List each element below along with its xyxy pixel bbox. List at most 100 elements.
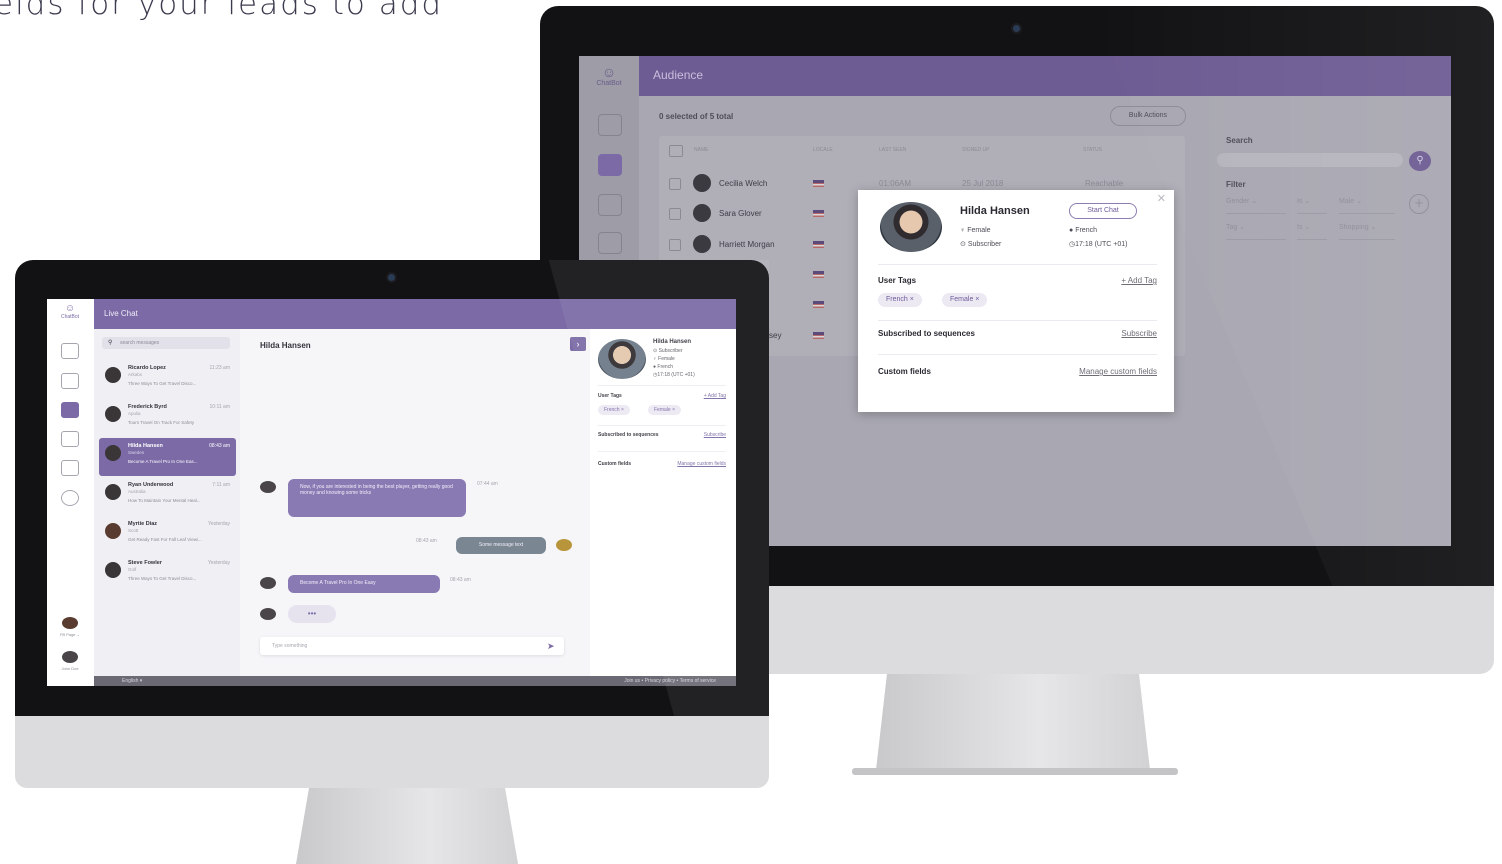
broadcast-nav-icon[interactable] [61, 431, 79, 447]
select-all-checkbox[interactable] [669, 145, 683, 157]
conversation-item[interactable]: Frederick Byrd 10:11 am Apulia Tours Tra… [99, 399, 236, 437]
fb-page-avatar[interactable] [62, 617, 78, 629]
row-checkbox[interactable] [669, 208, 681, 220]
gender-attr: ♀ Female [653, 356, 675, 362]
audience-header: Audience [639, 56, 1451, 96]
close-icon[interactable]: ✕ [1157, 192, 1166, 205]
add-tag-link[interactable]: + Add Tag [704, 393, 726, 399]
front-monitor-chin [15, 716, 769, 788]
message-input[interactable]: Type something [260, 637, 564, 655]
contact-name: Hilda Hansen [128, 443, 163, 449]
search-input[interactable] [1217, 153, 1403, 167]
conversation-item[interactable]: Myrtie Diaz Yesterday Scott Get Ready Fa… [99, 516, 236, 554]
start-chat-button[interactable]: Start Chat [1069, 203, 1137, 219]
filter-field-select[interactable]: Tag ⌄ [1226, 223, 1286, 240]
chat-nav-icon[interactable] [598, 194, 622, 216]
tag-chip[interactable]: French × [598, 405, 630, 415]
tag-label: French [886, 296, 908, 303]
agent-avatar [556, 539, 572, 551]
audience-nav-icon[interactable] [61, 373, 79, 389]
settings-gear-icon[interactable] [61, 490, 79, 506]
remove-tag-icon[interactable]: × [975, 296, 979, 303]
filter-value-select[interactable]: Male ⌄ [1339, 197, 1395, 214]
message-time: 10:11 am [209, 404, 230, 410]
tag-label: French [604, 407, 620, 413]
row-checkbox[interactable] [669, 239, 681, 251]
language-selector[interactable]: English ▾ [122, 678, 142, 684]
avatar [105, 406, 121, 422]
col-status: STATUS [1083, 147, 1102, 153]
search-icon: ⚲ [108, 340, 113, 346]
message-preview: Three Ways To Get Travel Disco... [128, 381, 197, 386]
filter-value: Male [1339, 198, 1355, 205]
incoming-message: Now, if you are interested in being the … [288, 479, 466, 517]
tag-chip[interactable]: French × [878, 293, 922, 307]
conversation-item[interactable]: Ricardo Lopez 11:23 am Arkabs Three Ways… [99, 360, 236, 398]
filter-field-value: Gender [1226, 198, 1250, 205]
subscribe-link[interactable]: Subscribe [704, 432, 726, 438]
audience-nav-icon[interactable] [598, 154, 622, 176]
store-nav-icon[interactable] [61, 460, 79, 476]
tag-chip[interactable]: Female × [942, 293, 988, 307]
time-attr: ◷17:18 (UTC +01) [1069, 240, 1127, 248]
front-monitor-stand [296, 786, 518, 864]
footer-links[interactable]: Join us • Privacy policy • Terms of serv… [624, 678, 716, 684]
conversation-item[interactable]: Steve Fowler Yesterday Golf Three Ways T… [99, 555, 236, 593]
subscribe-link[interactable]: Subscribe [1121, 329, 1157, 338]
remove-tag-icon[interactable]: × [672, 407, 675, 413]
add-tag-link[interactable]: + Add Tag [1121, 276, 1157, 285]
message-time: Yesterday [207, 521, 230, 527]
conversation-item-active[interactable]: Hilda Hansen 08:43 am Sweden Become A Tr… [99, 438, 236, 476]
avatar [105, 367, 121, 383]
tag-chip[interactable]: Female × [648, 405, 681, 415]
manage-custom-fields-link[interactable]: Manage custom fields [1079, 367, 1157, 376]
add-filter-icon[interactable]: + [1409, 194, 1429, 214]
user-tags-label: User Tags [878, 276, 917, 285]
us-flag-icon [813, 210, 824, 217]
conversation-item[interactable]: Ryan Underwood 7:11 am Australia How To … [99, 477, 236, 515]
message-preview: Become A Travel Pro In One Eas... [128, 459, 198, 464]
manage-custom-fields-link[interactable]: Manage custom fields [677, 461, 726, 467]
robot-icon: ☺ [601, 64, 617, 80]
row-checkbox[interactable] [669, 178, 681, 190]
search-placeholder: search messages [120, 340, 160, 346]
message-preview: Three Ways To Get Travel Disco... [128, 576, 197, 581]
dashboard-icon[interactable] [598, 114, 622, 136]
search-input[interactable]: ⚲ search messages [102, 337, 230, 349]
page-title: Live Chat [104, 309, 138, 318]
filter-op-select[interactable]: Is ⌄ [1297, 223, 1327, 240]
us-flag-icon [813, 271, 824, 278]
filter-value-select[interactable]: Shopping ⌄ [1339, 223, 1395, 240]
broadcast-nav-icon[interactable] [598, 232, 622, 254]
row-name: Sara Glover [719, 209, 762, 218]
time-value: 17:18 (UTC +01) [1075, 241, 1128, 248]
message-preview: Get Ready Fast For Fall Leaf Viewi... [128, 537, 202, 542]
custom-fields-label: Custom fields [878, 367, 931, 376]
bulk-actions-button[interactable]: Bulk Actions [1110, 106, 1186, 126]
avatar [105, 484, 121, 500]
avatar [693, 204, 711, 222]
contact-location: Arkabs [128, 372, 143, 377]
contact-location: Apulia [128, 411, 141, 416]
us-flag-icon [813, 332, 824, 339]
filter-op-select[interactable]: Is ⌄ [1297, 197, 1327, 214]
fb-page-label[interactable]: FB Page ⌄ [50, 632, 90, 637]
filter-label: Filter [1226, 180, 1246, 189]
contact-location: Golf [128, 567, 137, 572]
filter-field-select[interactable]: Gender ⌄ [1226, 197, 1286, 214]
time-attr: ◷17:18 (UTC +01) [653, 372, 695, 378]
remove-tag-icon[interactable]: × [621, 407, 624, 413]
message-time: Yesterday [207, 560, 230, 566]
chat-nav-icon[interactable] [61, 402, 79, 418]
time-value: 17:18 (UTC +01) [657, 372, 695, 378]
user-avatar[interactable] [62, 651, 78, 663]
send-icon[interactable]: ➤ [547, 641, 555, 652]
logo-label: ChatBot [596, 80, 622, 87]
remove-tag-icon[interactable]: × [910, 296, 914, 303]
chevron-right-icon[interactable]: › [570, 337, 586, 351]
message-preview: How To Maintain Your Mental Heal... [128, 498, 201, 503]
search-icon[interactable]: ⚲ [1409, 151, 1431, 171]
dashboard-icon[interactable] [61, 343, 79, 359]
footer-bar: English ▾ Join us • Privacy policy • Ter… [94, 676, 736, 686]
us-flag-icon [813, 180, 824, 187]
